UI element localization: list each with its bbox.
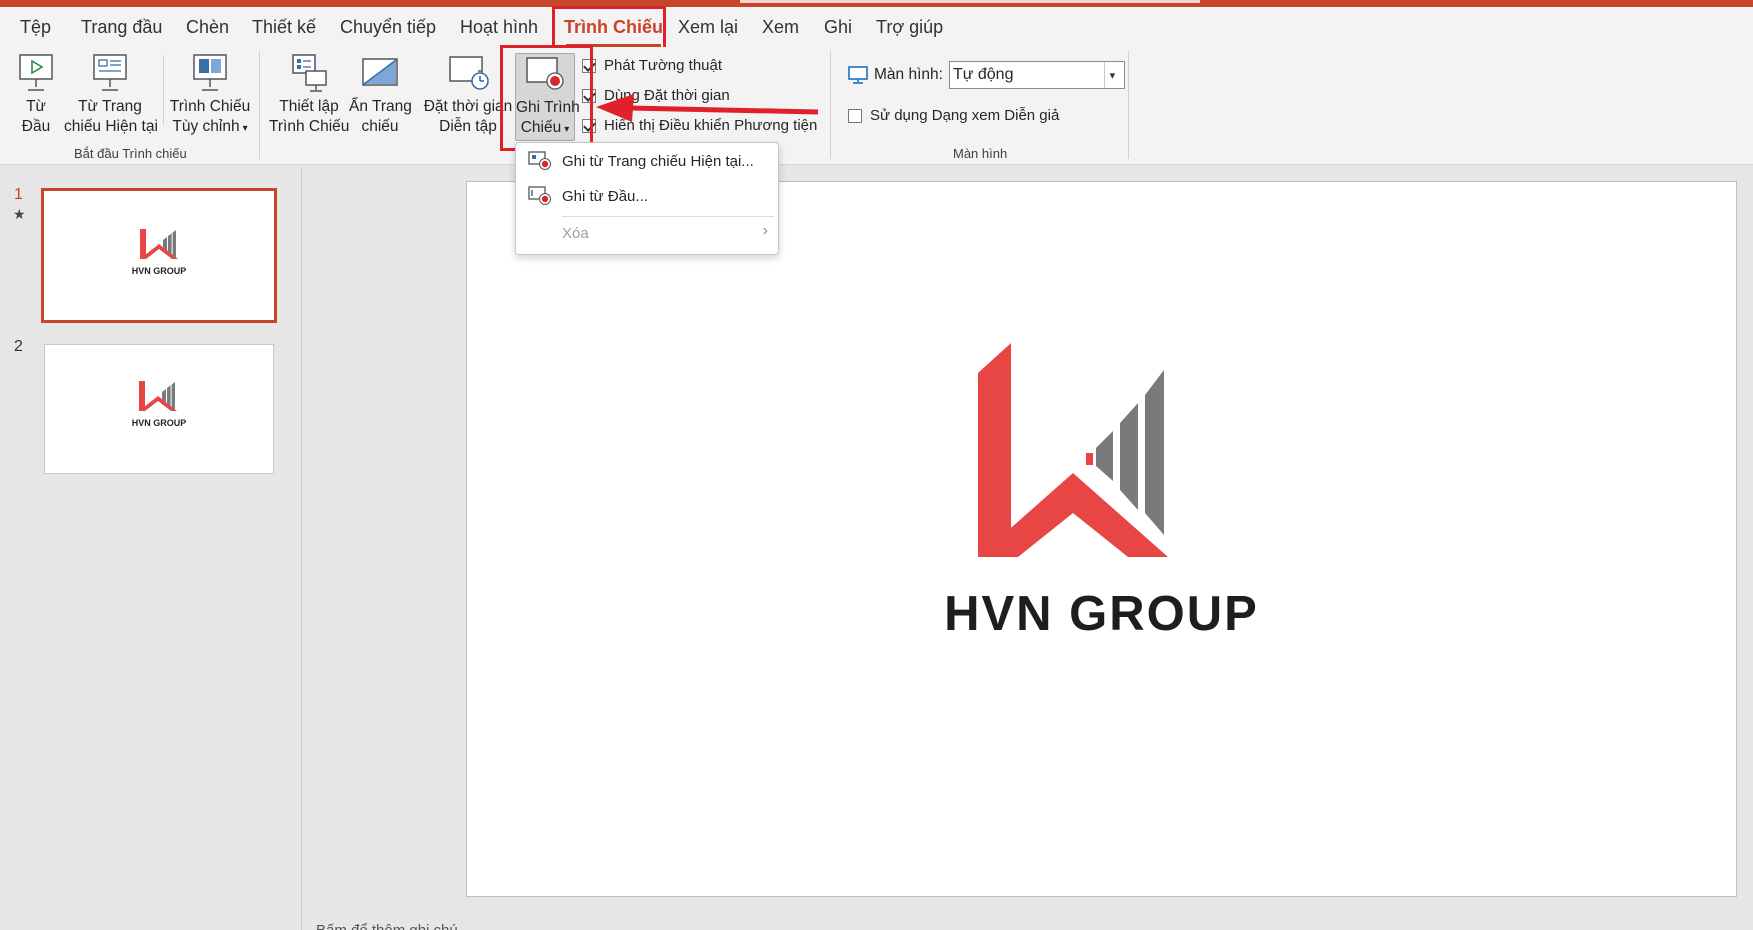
animation-star-icon: ★ bbox=[13, 206, 26, 222]
custom-show-dropdown-icon: ▾ bbox=[242, 123, 248, 134]
custom-show-icon bbox=[193, 54, 227, 91]
play-narrations-checkmark bbox=[582, 58, 596, 73]
slide-thumbnails-pane: 1 ★ HVN GROUP 2 HVN GROUP bbox=[0, 166, 302, 930]
main-logo-text: HVN GROUP bbox=[944, 587, 1259, 641]
hide-slide-icon bbox=[362, 58, 398, 86]
hide-slide-label-2: chiếu bbox=[361, 118, 399, 135]
tab-transitions[interactable]: Chuyển tiếp bbox=[340, 17, 436, 38]
custom-show-label-2: Tùy chỉnh bbox=[172, 118, 240, 135]
from-current-label-2: chiếu Hiện tại bbox=[64, 118, 158, 135]
tab-record[interactable]: Ghi bbox=[824, 17, 852, 38]
rehearse-label-2: Diễn tập bbox=[439, 118, 497, 135]
thumb-2-logo-text: HVN GROUP bbox=[131, 418, 187, 428]
slide-thumbnail-1[interactable]: HVN GROUP bbox=[41, 188, 277, 323]
annotation-arrow-icon bbox=[596, 94, 819, 122]
from-beginning-label-2: Đầu bbox=[21, 118, 51, 135]
monitor-group-divider bbox=[1128, 51, 1129, 159]
from-beginning-label-1: Từ bbox=[26, 98, 46, 115]
setup-group-divider bbox=[830, 51, 831, 159]
hide-slide-label-1: Ẩn Trang bbox=[349, 98, 412, 115]
clear-recording-label: Xóa bbox=[562, 225, 589, 242]
tab-design[interactable]: Thiết kế bbox=[252, 17, 316, 38]
record-from-current-item[interactable]: Ghi từ Trang chiếu Hiện tại... bbox=[528, 151, 754, 171]
title-strip-highlight bbox=[740, 0, 1200, 3]
record-beginning-icon bbox=[528, 186, 551, 205]
menu-divider bbox=[562, 216, 774, 217]
record-from-current-label: Ghi từ Trang chiếu Hiện tại... bbox=[562, 152, 754, 170]
record-from-beginning-item[interactable]: Ghi từ Đầu... bbox=[528, 186, 648, 206]
slide-number-1: 1 bbox=[14, 186, 23, 203]
play-narrations-checkbox[interactable]: Phát Tường thuật bbox=[582, 57, 722, 74]
title-strip bbox=[0, 0, 1753, 7]
hvn-logo-thumb-2 bbox=[139, 381, 177, 411]
monitor-select[interactable]: Tự động ▾ bbox=[948, 61, 1125, 89]
from-current-slide-button[interactable]: Từ Trang chiếu Hiện tại bbox=[64, 53, 158, 137]
tab-help[interactable]: Trợ giúp bbox=[876, 17, 943, 38]
tab-review[interactable]: Xem lại bbox=[678, 17, 738, 38]
record-slide-show-button[interactable]: Ghi Trình Chiếu ▾ bbox=[515, 53, 580, 141]
monitor-select-value: Tự động bbox=[952, 66, 1014, 83]
thumb-1-logo-text: HVN GROUP bbox=[131, 266, 187, 276]
tab-home[interactable]: Trang đầu bbox=[81, 17, 162, 38]
monitor-row: Màn hình: Tự động ▾ bbox=[848, 61, 1125, 89]
slide-number-2: 2 bbox=[14, 338, 23, 355]
slide-canvas[interactable]: HVN GROUP bbox=[466, 181, 1737, 897]
notes-placeholder[interactable]: Bấm để thêm ghi chú bbox=[316, 922, 458, 930]
record-dropdown-menu: Ghi từ Trang chiếu Hiện tại... Ghi từ Đầ… bbox=[515, 142, 779, 255]
custom-show-label-1: Trình Chiếu bbox=[169, 98, 251, 115]
hide-slide-button[interactable]: Ẩn Trang chiếu bbox=[349, 53, 412, 137]
tab-animations[interactable]: Hoạt hình bbox=[460, 17, 538, 38]
monitor-label: Màn hình: bbox=[874, 66, 943, 83]
rehearse-timings-button[interactable]: Đặt thời gian Diễn tập bbox=[422, 53, 514, 137]
presenter-view-checkbox[interactable]: Sử dụng Dạng xem Diễn giả bbox=[848, 107, 1059, 124]
slide-thumbnail-2[interactable]: HVN GROUP bbox=[44, 344, 274, 474]
present-current-icon bbox=[93, 54, 127, 91]
start-group-divider bbox=[259, 51, 260, 159]
start-group-inner-divider bbox=[163, 55, 164, 125]
rehearse-label-1: Đặt thời gian bbox=[423, 98, 513, 115]
setup-show-icon bbox=[292, 54, 327, 92]
setup-label-2: Trình Chiếu bbox=[269, 118, 350, 135]
monitor-icon bbox=[848, 66, 868, 84]
chevron-right-icon: › bbox=[762, 222, 768, 239]
ribbon-tabs: Tệp Trang đầu Chèn Thiết kế Chuyển tiếp … bbox=[0, 7, 1753, 47]
monitor-group-label: Màn hình bbox=[953, 146, 1008, 161]
custom-slide-show-button[interactable]: Trình Chiếu Tùy chỉnh ▾ bbox=[168, 53, 252, 139]
chevron-down-icon: ▾ bbox=[1103, 62, 1120, 88]
record-from-beginning-label: Ghi từ Đầu... bbox=[562, 187, 648, 205]
play-screen-icon bbox=[19, 54, 53, 91]
setup-label-1: Thiết lập bbox=[279, 98, 339, 115]
set-up-slide-show-button[interactable]: Thiết lập Trình Chiếu bbox=[269, 53, 349, 137]
record-dropdown-icon: ▾ bbox=[564, 124, 570, 135]
presenter-view-box bbox=[848, 108, 862, 123]
clear-recording-item[interactable]: Xóa bbox=[562, 225, 589, 242]
play-narrations-label: Phát Tường thuật bbox=[604, 57, 723, 74]
hvn-logo bbox=[978, 343, 1168, 557]
record-label-1: Ghi Trình bbox=[516, 99, 580, 116]
ribbon-slide-show: Từ Đầu Từ Trang chiếu Hiện tại Trình Chi… bbox=[0, 47, 1753, 165]
from-current-label-1: Từ Trang bbox=[78, 98, 142, 115]
presenter-view-label: Sử dụng Dạng xem Diễn giả bbox=[870, 107, 1060, 124]
tab-slide-show[interactable]: Trình Chiếu bbox=[564, 17, 663, 47]
tab-view[interactable]: Xem bbox=[762, 17, 799, 38]
record-label-2: Chiếu bbox=[520, 119, 562, 136]
from-beginning-button[interactable]: Từ Đầu bbox=[14, 53, 58, 137]
rehearse-timer-icon bbox=[449, 56, 489, 90]
record-slide-icon bbox=[526, 57, 564, 90]
hvn-logo-thumb-1 bbox=[140, 229, 178, 259]
start-group-label: Bắt đầu Trình chiếu bbox=[74, 146, 187, 161]
tab-insert[interactable]: Chèn bbox=[186, 17, 229, 38]
record-current-icon bbox=[528, 151, 551, 170]
tab-file[interactable]: Tệp bbox=[20, 17, 51, 38]
